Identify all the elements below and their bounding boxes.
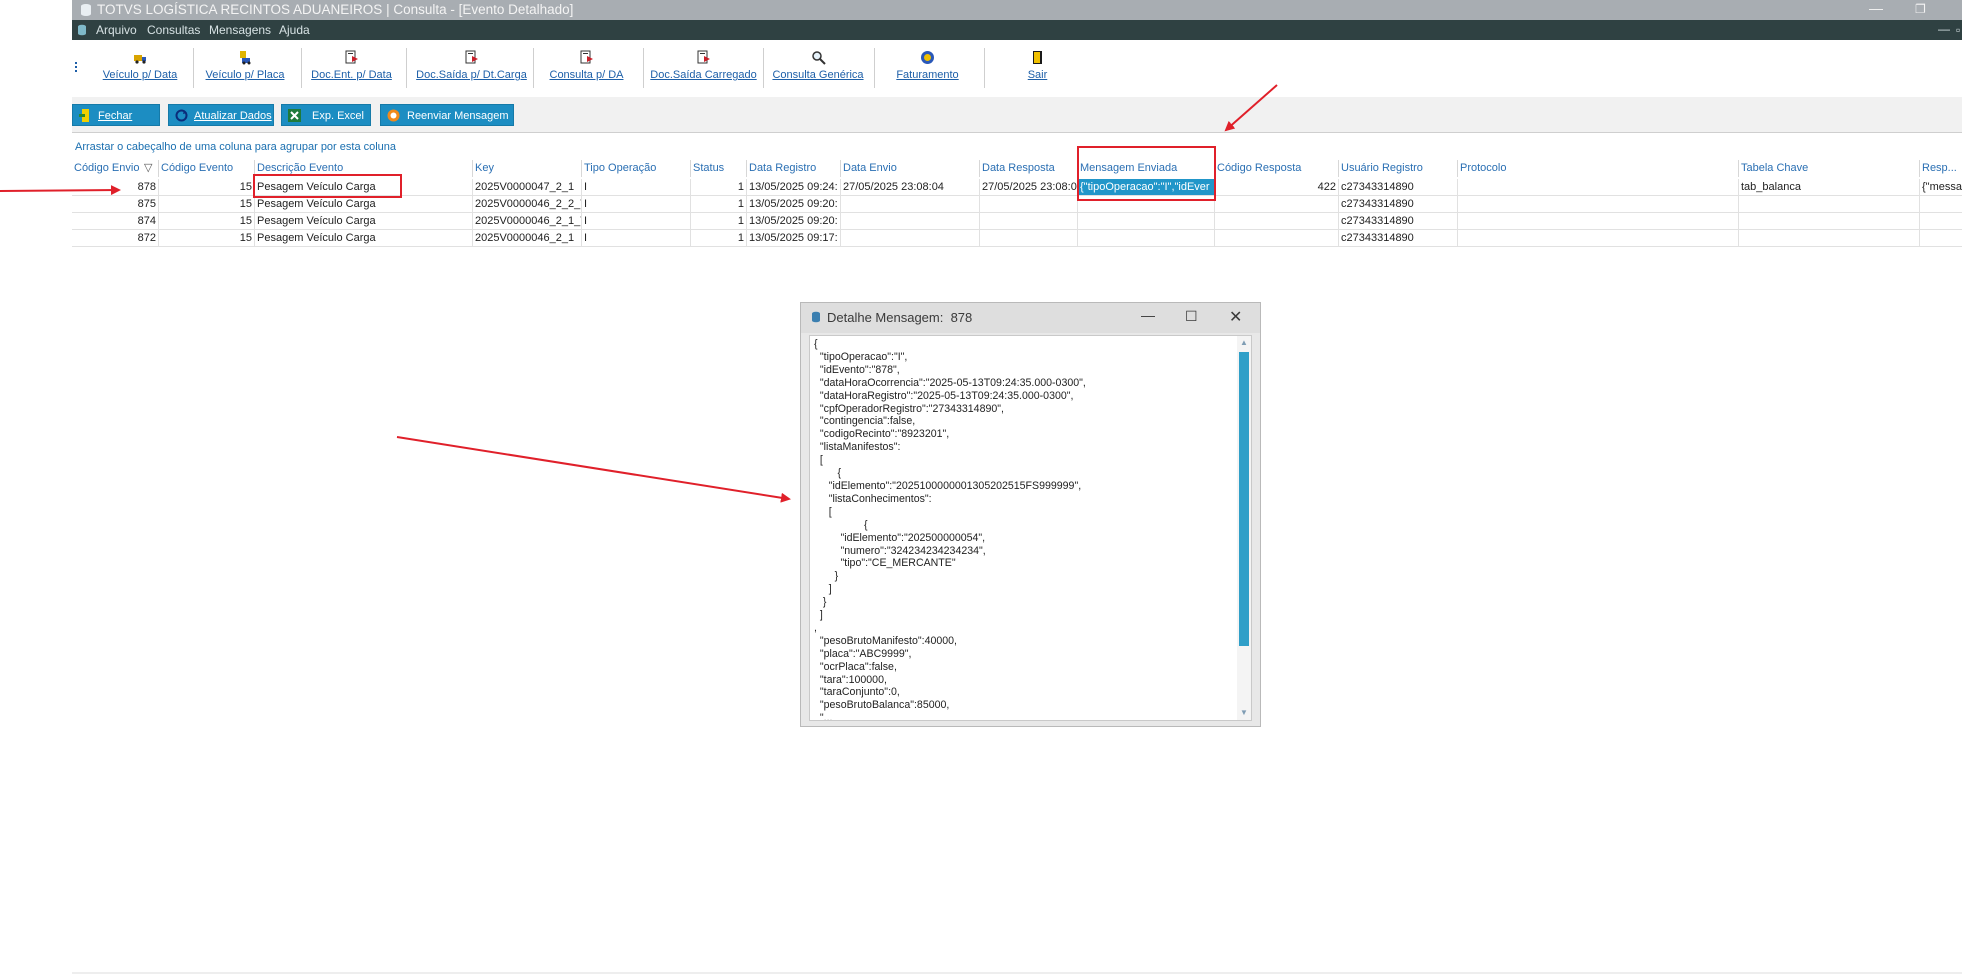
database-dialog-icon — [812, 311, 820, 323]
message-detail-dialog: Detalhe Mensagem: 878 — ☐ ✕ { "tipoOpera… — [800, 302, 1261, 727]
close-icon[interactable]: ✕ — [1229, 307, 1242, 327]
message-json-text: { "tipoOperacao":"I", "idEvento":"878", … — [814, 338, 1086, 721]
scrollbar-thumb[interactable] — [1239, 352, 1249, 646]
scroll-up-icon[interactable]: ▲ — [1240, 338, 1248, 347]
dialog-title-bar[interactable]: Detalhe Mensagem: 878 — ☐ ✕ — [801, 303, 1260, 333]
annotation-arrow-column — [1224, 84, 1278, 132]
scroll-down-icon[interactable]: ▼ — [1240, 708, 1248, 717]
maximize-icon[interactable]: ☐ — [1185, 308, 1198, 325]
annotation-arrow-dialog — [396, 436, 791, 503]
annotation-arrow-row — [0, 185, 121, 196]
status-strip — [72, 972, 1962, 974]
minimize-icon[interactable]: — — [1141, 307, 1155, 323]
vertical-scrollbar[interactable]: ▲ ▼ — [1237, 336, 1251, 720]
message-content-box[interactable]: { "tipoOperacao":"I", "idEvento":"878", … — [809, 335, 1252, 721]
dialog-title: Detalhe Mensagem: 878 — [827, 310, 973, 325]
